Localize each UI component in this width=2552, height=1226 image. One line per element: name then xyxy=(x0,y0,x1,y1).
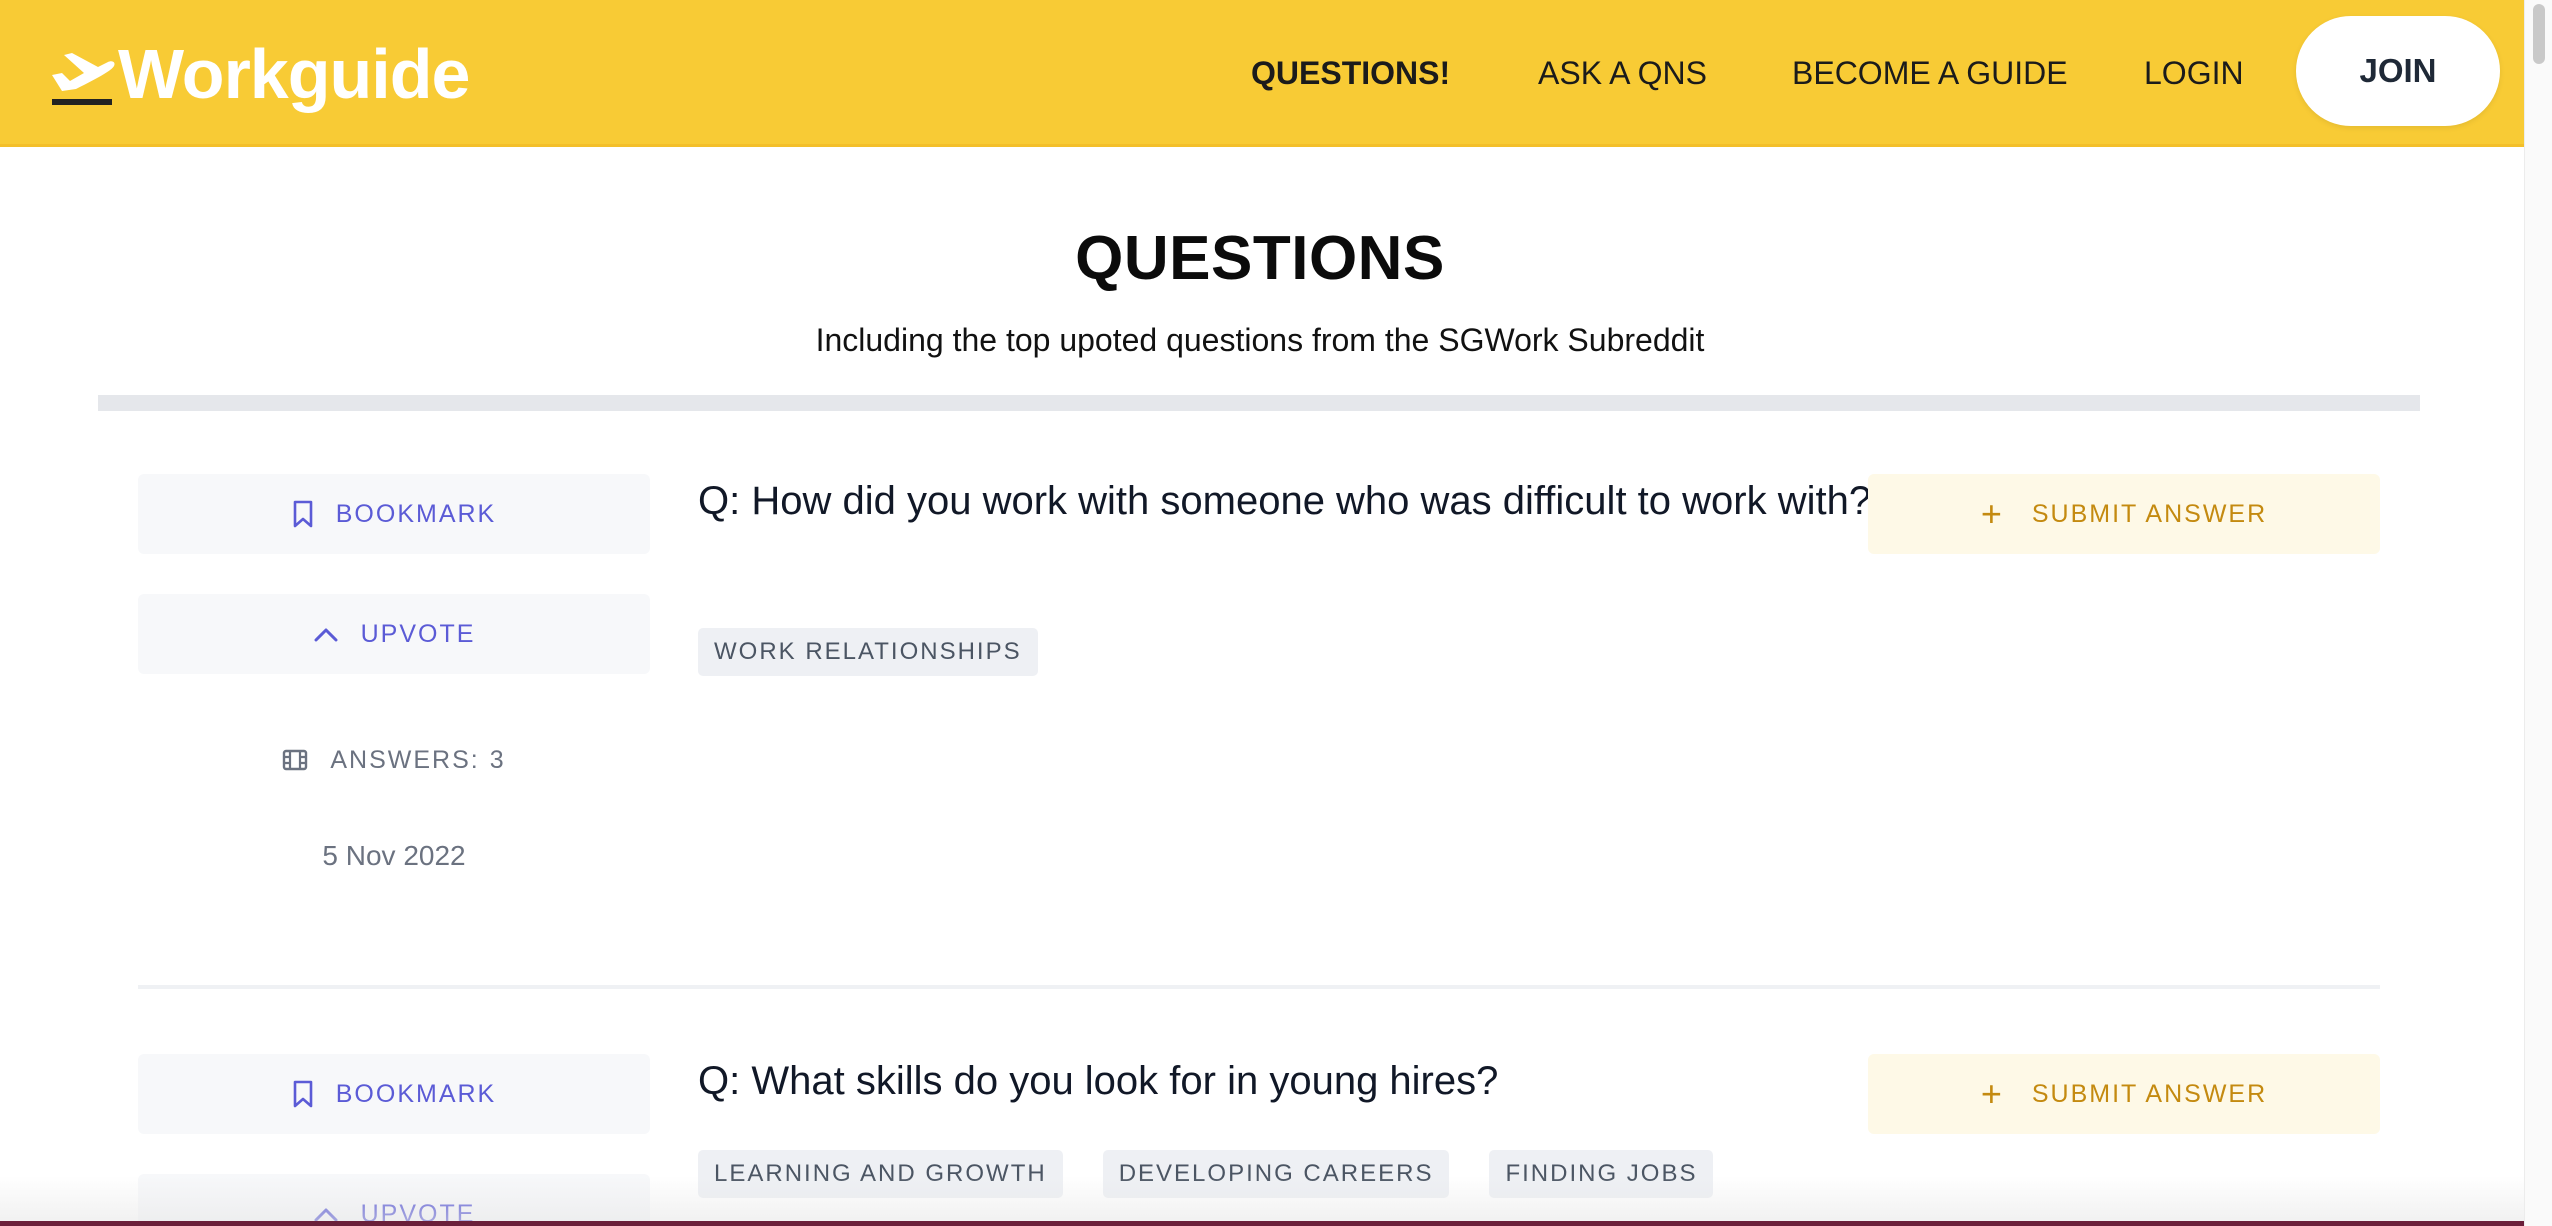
submit-answer-button[interactable]: + SUBMIT ANSWER xyxy=(1868,1054,2380,1134)
upvote-button[interactable]: UPVOTE xyxy=(138,1174,650,1226)
submit-answer-label: SUBMIT ANSWER xyxy=(2031,1079,2268,1108)
question-date: 5 Nov 2022 xyxy=(322,840,466,871)
top-navbar: Workguide QUESTIONS! ASK A QNS BECOME A … xyxy=(0,0,2524,147)
upvote-button[interactable]: UPVOTE xyxy=(138,594,650,674)
bookmark-label: BOOKMARK xyxy=(335,1079,497,1108)
tag[interactable]: LEARNING AND GROWTH xyxy=(698,1150,1063,1198)
page-title: QUESTIONS xyxy=(1075,224,1445,293)
nav-ask-a-qns[interactable]: ASK A QNS xyxy=(1538,55,1707,91)
join-button[interactable]: JOIN xyxy=(2296,16,2500,126)
plane-takeoff-icon xyxy=(48,37,116,111)
question-card: BOOKMARK UPVOTE ANSWERS: 3 5 Nov 2022 Q: … xyxy=(138,474,2380,974)
submit-answer-label: SUBMIT ANSWER xyxy=(2031,499,2268,528)
scrollbar-thumb[interactable] xyxy=(2533,4,2545,64)
section-divider xyxy=(98,395,2420,411)
tag[interactable]: DEVELOPING CAREERS xyxy=(1102,1150,1450,1198)
bookmark-icon xyxy=(293,1080,313,1108)
plus-icon: + xyxy=(1980,1073,2004,1114)
logo-text: Workguide xyxy=(118,35,470,113)
nav-questions[interactable]: QUESTIONS! xyxy=(1251,55,1450,91)
answers-label: ANSWERS: xyxy=(330,745,480,774)
bookmark-button[interactable]: BOOKMARK xyxy=(138,1054,650,1134)
bookmark-icon xyxy=(293,500,313,528)
bookmark-label: BOOKMARK xyxy=(335,499,497,528)
answers-number: 3 xyxy=(489,745,506,774)
question-card: BOOKMARK UPVOTE Q: What skills do you lo… xyxy=(138,1054,2380,1226)
plus-icon: + xyxy=(1980,493,2004,534)
question-title[interactable]: Q: How did you work with someone who was… xyxy=(698,474,1938,529)
submit-answer-button[interactable]: + SUBMIT ANSWER xyxy=(1868,474,2380,554)
nav-become-a-guide[interactable]: BECOME A GUIDE xyxy=(1792,55,2068,91)
film-icon xyxy=(283,749,308,771)
window-bottom-edge xyxy=(0,1221,2524,1226)
tag[interactable]: WORK RELATIONSHIPS xyxy=(698,628,1038,676)
logo[interactable]: Workguide xyxy=(48,34,470,114)
question-title[interactable]: Q: What skills do you look for in young … xyxy=(698,1054,1938,1109)
upvote-label: UPVOTE xyxy=(360,619,476,648)
answers-count: ANSWERS: 3 xyxy=(138,742,650,778)
tag[interactable]: FINDING JOBS xyxy=(1489,1150,1714,1198)
scrollbar[interactable] xyxy=(2524,0,2552,1226)
tag-list: LEARNING AND GROWTH DEVELOPING CAREERS F… xyxy=(698,1150,1753,1198)
page-subtitle: Including the top upoted questions from … xyxy=(815,322,1705,358)
nav-login[interactable]: LOGIN xyxy=(2144,55,2244,91)
bookmark-button[interactable]: BOOKMARK xyxy=(138,474,650,554)
row-divider xyxy=(138,985,2380,989)
chevron-up-icon xyxy=(314,628,338,642)
tag-list: WORK RELATIONSHIPS xyxy=(698,628,1078,676)
